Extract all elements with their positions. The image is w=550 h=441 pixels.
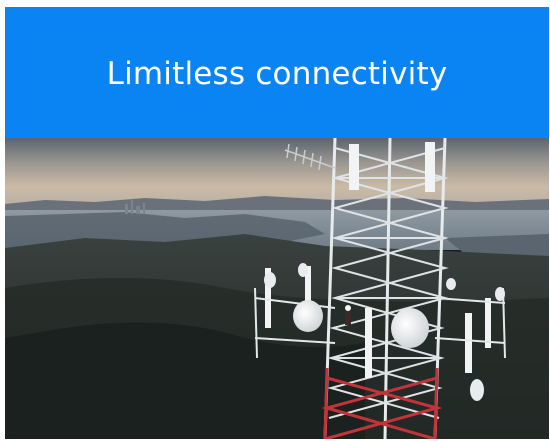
title-banner: Limitless connectivity — [5, 7, 549, 138]
cell-tower-photo — [5, 138, 549, 439]
hero-card: Limitless connectivity — [5, 7, 549, 439]
banner-title: Limitless connectivity — [106, 55, 448, 92]
